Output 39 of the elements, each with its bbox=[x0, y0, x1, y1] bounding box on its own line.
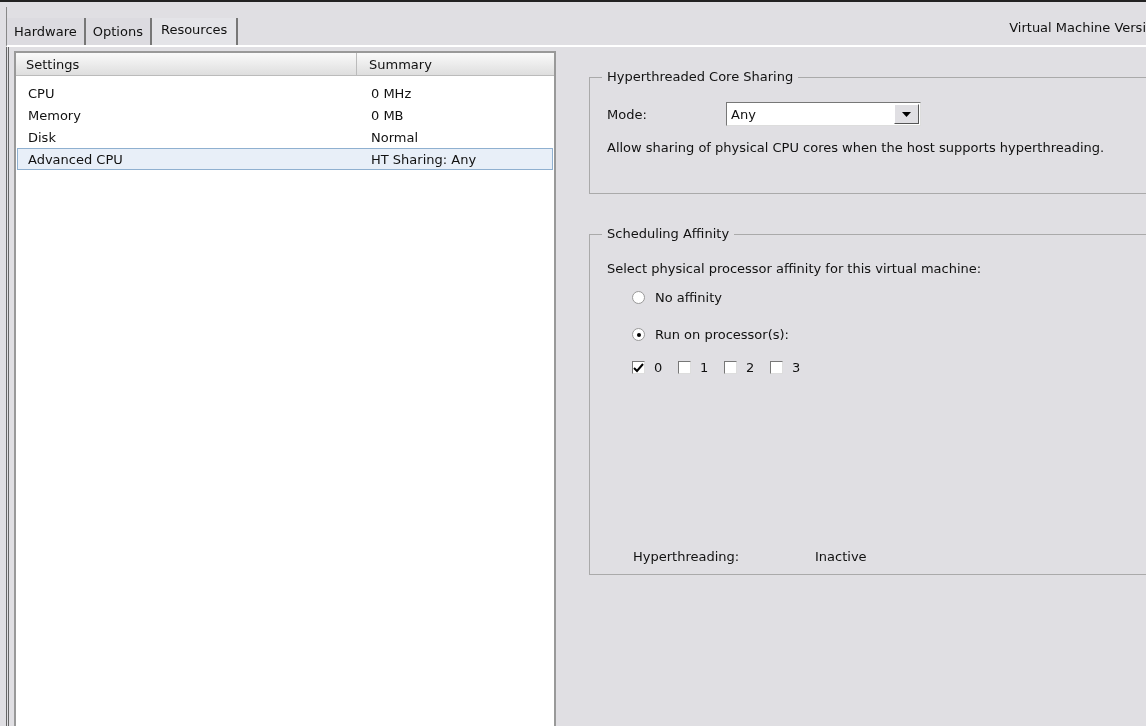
mode-label: Mode: bbox=[607, 106, 648, 122]
description-text: Allow sharing of physical CPU cores when the host supports hyperthreading. bbox=[607, 140, 1106, 156]
setting-summary: 0 MB bbox=[370, 107, 404, 123]
settings-row[interactable]: Disk Normal bbox=[17, 126, 553, 148]
status-label: Hyperthreading: bbox=[633, 549, 741, 564]
group-title: Scheduling Affinity bbox=[602, 226, 735, 241]
checkbox-label[interactable]: 1 bbox=[700, 360, 710, 375]
checkbox-label[interactable]: 3 bbox=[792, 360, 802, 375]
mode-dropdown[interactable]: Any bbox=[726, 102, 921, 126]
radio-button[interactable] bbox=[632, 291, 645, 304]
column-header[interactable]: Settings bbox=[16, 56, 356, 72]
checkbox-label[interactable]: 2 bbox=[746, 360, 756, 375]
prompt-text: Select physical processor affinity for this virtual machine: bbox=[607, 261, 983, 276]
column-header[interactable]: Summary bbox=[356, 53, 554, 75]
settings-row[interactable]: Advanced CPU HT Sharing: Any bbox=[17, 148, 553, 170]
setting-summary: 0 MHz bbox=[370, 85, 412, 101]
group-title: Hyperthreaded Core Sharing bbox=[602, 69, 799, 84]
status-value: Inactive bbox=[815, 549, 867, 564]
setting-summary: HT Sharing: Any bbox=[370, 151, 477, 167]
setting-name: Memory bbox=[27, 107, 82, 123]
tab[interactable]: Options bbox=[85, 18, 152, 45]
settings-row[interactable]: Memory 0 MB bbox=[17, 104, 553, 126]
checkbox[interactable] bbox=[678, 361, 691, 374]
setting-name: Disk bbox=[27, 129, 57, 145]
setting-name: Advanced CPU bbox=[27, 151, 124, 167]
radio-label[interactable]: No affinity bbox=[655, 290, 722, 305]
dropdown-arrow-icon bbox=[902, 111, 911, 117]
tab[interactable]: Resources bbox=[151, 18, 239, 45]
version-label: Virtual Machine Versi bbox=[1009, 18, 1146, 35]
setting-name: CPU bbox=[27, 85, 56, 101]
settings-row[interactable]: CPU 0 MHz bbox=[17, 82, 553, 104]
checkbox[interactable] bbox=[632, 361, 645, 374]
checkbox-label[interactable]: 0 bbox=[654, 360, 664, 375]
checkbox[interactable] bbox=[770, 361, 783, 374]
radio-button[interactable] bbox=[632, 328, 645, 341]
setting-summary: Normal bbox=[370, 129, 419, 145]
checkbox[interactable] bbox=[724, 361, 737, 374]
tab[interactable]: Hardware bbox=[7, 18, 86, 45]
radio-label[interactable]: Run on processor(s): bbox=[655, 327, 789, 342]
